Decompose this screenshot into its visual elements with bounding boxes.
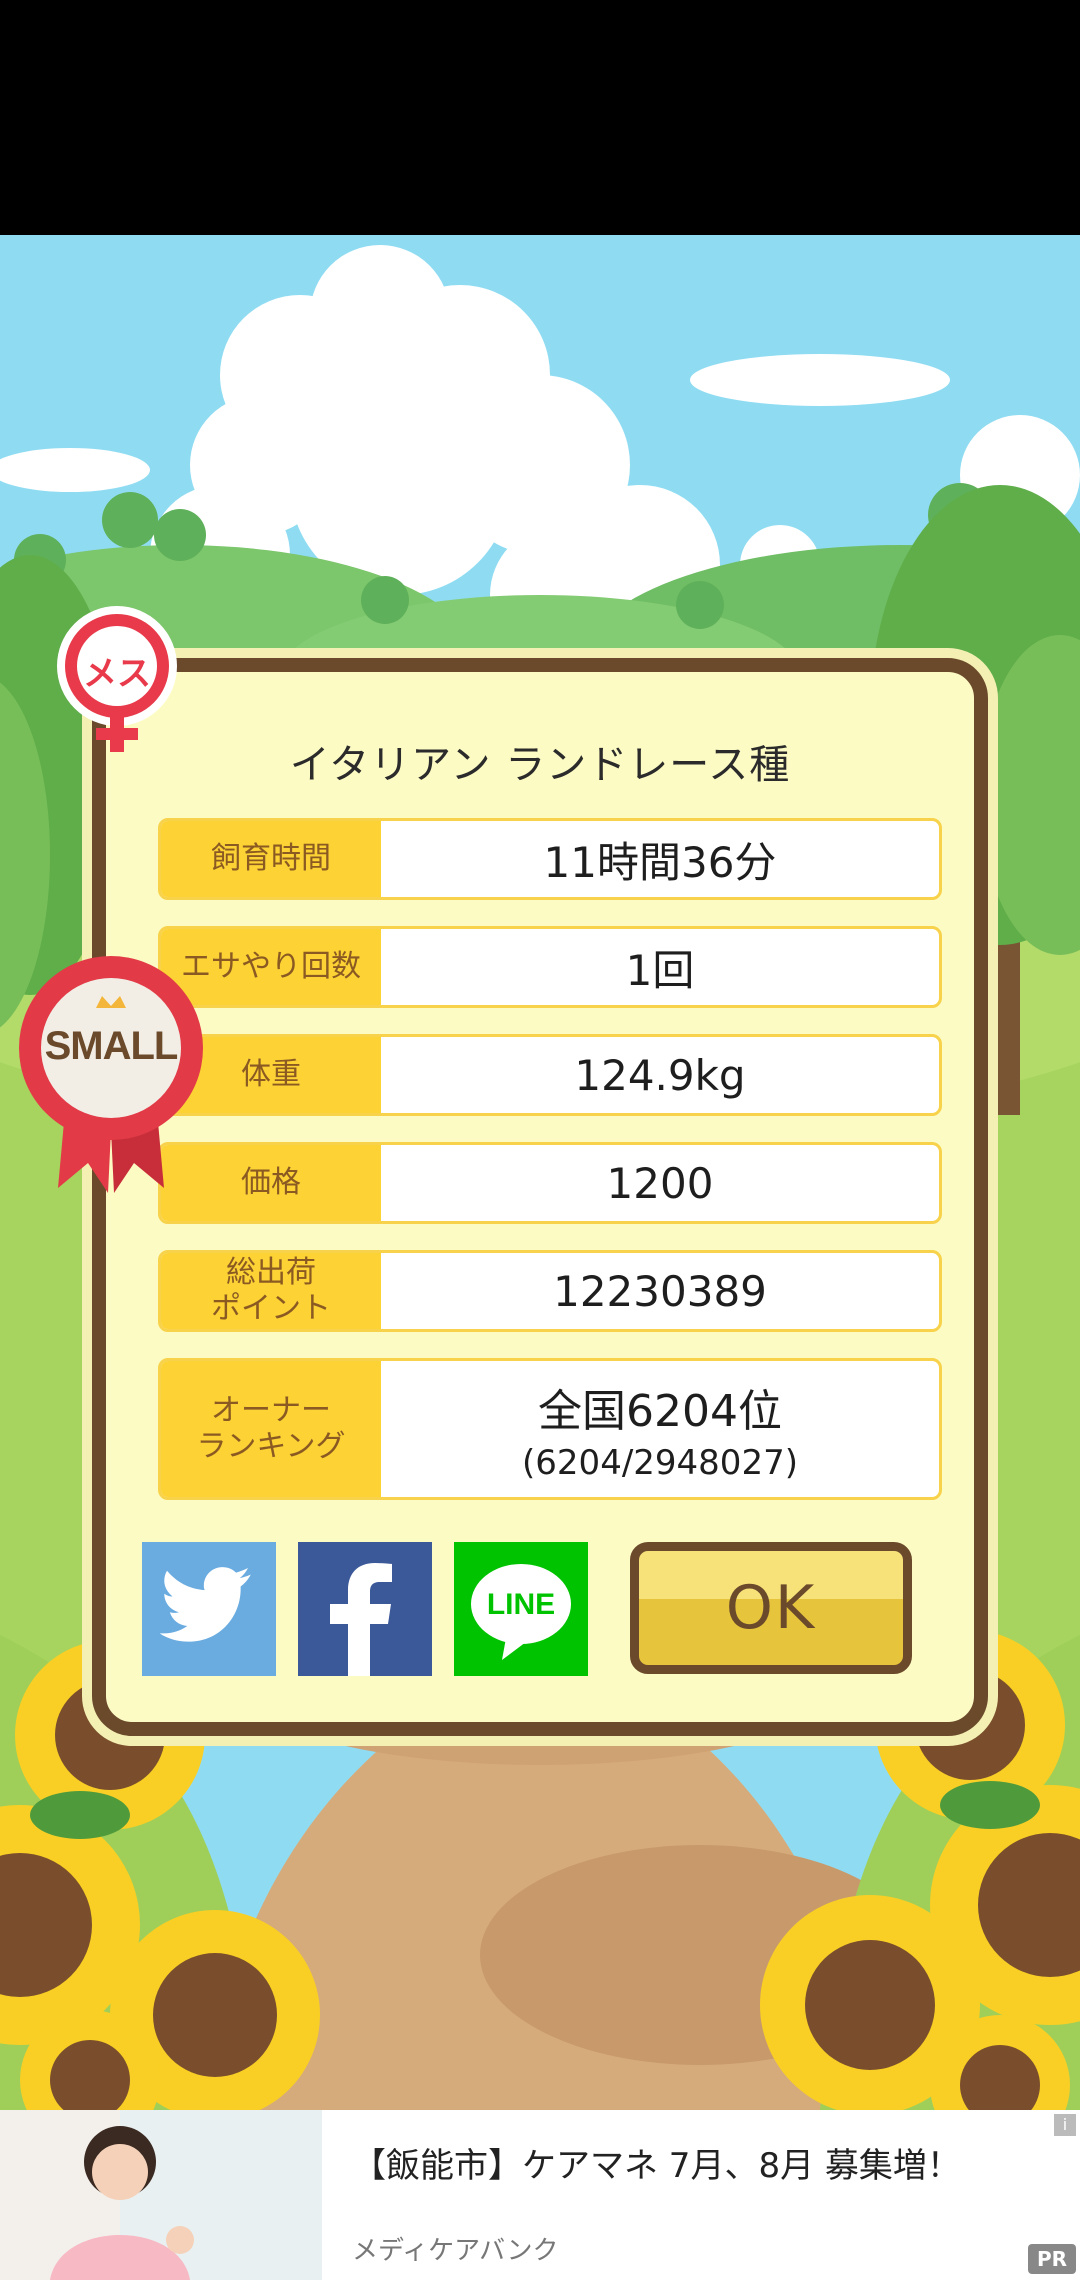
- row-value: 1200: [606, 1158, 714, 1208]
- twitter-share-button[interactable]: [142, 1542, 276, 1676]
- small-size-rosette: SMALL: [18, 948, 204, 1198]
- result-dialog: イタリアン ランドレース種 飼育時間 11時間36分 エサやり回数 1回 体重 …: [92, 658, 988, 1736]
- ad-info-icon[interactable]: i: [1054, 2114, 1076, 2136]
- nurse-photo-icon: [0, 2110, 322, 2280]
- row-value: 12230389: [553, 1266, 767, 1316]
- ranking-detail: (6204/2948027): [522, 1443, 798, 1483]
- row-label: オーナー ランキング: [161, 1361, 381, 1497]
- ok-button[interactable]: OK: [630, 1542, 912, 1674]
- row-value: 124.9kg: [574, 1050, 746, 1100]
- ad-banner[interactable]: 【飯能市】ケアマネ 7月、8月 募集増！ メディケアバンク i PR: [0, 2110, 1080, 2280]
- row-value: 11時間36分: [543, 837, 777, 887]
- status-bar: [0, 0, 1080, 235]
- female-badge: メス: [52, 606, 182, 756]
- breed-title: イタリアン ランドレース種: [289, 742, 791, 788]
- row-owner-ranking: オーナー ランキング 全国6204位 (6204/2948027): [158, 1358, 942, 1500]
- row-label: 飼育時間: [161, 821, 381, 897]
- ad-image[interactable]: [0, 2110, 322, 2280]
- facebook-share-button[interactable]: [298, 1542, 432, 1676]
- facebook-f-icon: [330, 1563, 392, 1676]
- row-breeding-time: 飼育時間 11時間36分: [158, 818, 942, 900]
- rosette-icon: [19, 956, 203, 1193]
- ad-title[interactable]: 【飯能市】ケアマネ 7月、8月 募集増！: [352, 2138, 961, 2187]
- row-price: 価格 1200: [158, 1142, 942, 1224]
- line-label: LINE: [486, 1588, 556, 1621]
- ad-advertiser: メディケアバンク: [352, 2236, 559, 2266]
- ranking-position: 全国6204位: [538, 1386, 782, 1437]
- gender-label: メス: [83, 654, 151, 694]
- line-share-button[interactable]: LINE: [454, 1542, 588, 1676]
- ad-pr-badge: PR: [1028, 2244, 1076, 2274]
- row-feeding-count: エサやり回数 1回: [158, 926, 942, 1008]
- twitter-bird-icon: [159, 1567, 251, 1642]
- row-weight: 体重 124.9kg: [158, 1034, 942, 1116]
- ranking-value: 全国6204位 (6204/2948027): [381, 1361, 939, 1497]
- row-total-shipping-points: 総出荷 ポイント 12230389: [158, 1250, 942, 1332]
- size-label: SMALL: [44, 1024, 179, 1068]
- row-value: 1回: [625, 945, 695, 995]
- row-label: 総出荷 ポイント: [161, 1253, 381, 1329]
